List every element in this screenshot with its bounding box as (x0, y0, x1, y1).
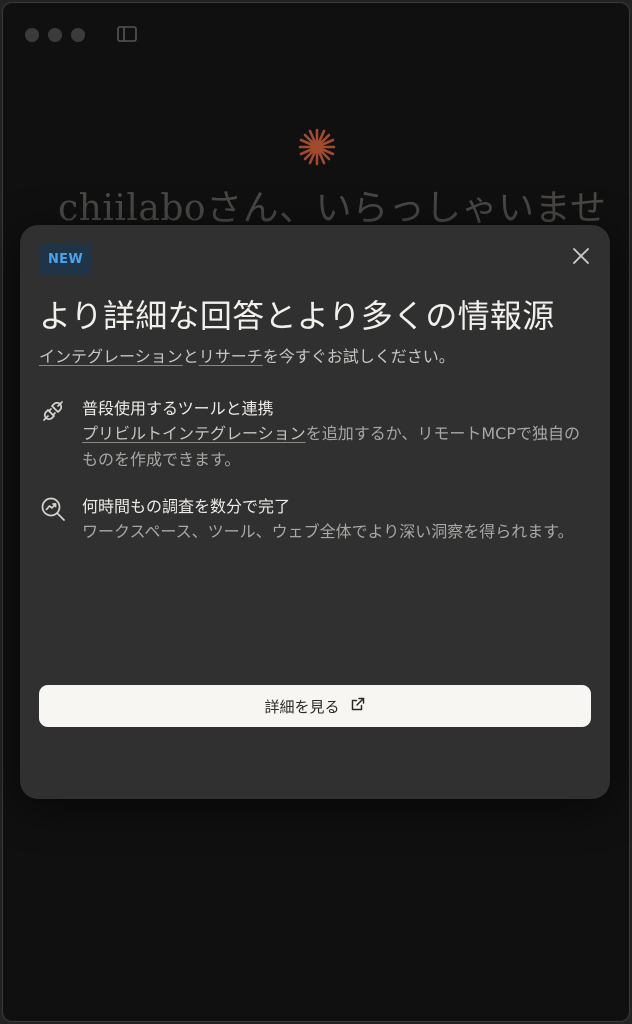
learn-more-button[interactable]: 詳細を見る (39, 685, 591, 727)
window-zoom-dot[interactable] (71, 28, 85, 42)
feature-description: ワークスペース、ツール、ウェブ全体でより深い洞察を得られます。 (82, 522, 574, 541)
prebuilt-integrations-link[interactable]: プリビルトインテグレーション (82, 424, 306, 443)
feature-title: 何時間もの調査を数分で完了 (82, 497, 291, 516)
greeting-text: chiilaboさん、いらっしゃいませ (58, 188, 607, 229)
external-link-icon (350, 696, 366, 716)
subtitle-rest: を今すぐお試しください。 (262, 347, 455, 366)
modal-subtitle: インテグレーションとリサーチを今すぐお試しください。 (39, 343, 455, 367)
subtitle-connector: と (182, 347, 199, 366)
window-minimize-dot[interactable] (48, 28, 62, 42)
announcement-modal: NEW より詳細な回答とより多くの情報源 インテグレーションとリサーチを今すぐお… (20, 225, 610, 799)
feature-title: 普段使用するツールと連携 (82, 399, 274, 418)
title-bar (3, 3, 629, 63)
close-icon[interactable] (570, 245, 592, 267)
learn-more-label: 詳細を見る (264, 697, 340, 716)
plug-icon (39, 397, 67, 425)
research-link[interactable]: リサーチ (199, 347, 263, 366)
starburst-logo-icon (297, 127, 337, 167)
feature-description: プリビルトインテグレーションを追加するか、リモートMCPで独自のものを作成できま… (82, 421, 591, 473)
modal-title: より詳細な回答とより多くの情報源 (39, 297, 555, 335)
sidebar-toggle-icon[interactable] (117, 26, 137, 42)
search-trend-icon (39, 495, 67, 523)
integrations-link[interactable]: インテグレーション (39, 347, 183, 366)
new-badge: NEW (39, 244, 92, 275)
window-close-dot[interactable] (25, 28, 39, 42)
